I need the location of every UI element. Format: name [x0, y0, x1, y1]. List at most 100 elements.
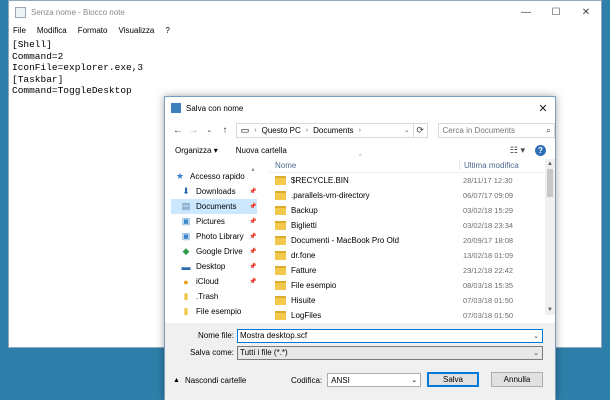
folder-icon [275, 311, 286, 320]
file-name: Documenti - MacBook Pro Old [291, 236, 400, 245]
new-folder-button[interactable]: Nuova cartella [236, 146, 287, 155]
picture-icon: ▣ [181, 216, 191, 226]
search-input[interactable]: Cerca in Documents ⌕ [437, 122, 555, 138]
file-row[interactable]: Backup 03/02/18 15:29 [269, 203, 545, 218]
cancel-button[interactable]: Annulla [491, 372, 543, 387]
encoding-select[interactable]: ANSI ⌄ [327, 373, 422, 387]
file-date: 20/09/17 18:08 [463, 236, 514, 245]
back-arrow-icon[interactable]: ← [171, 122, 185, 138]
search-icon: ⌕ [545, 124, 551, 135]
drive-icon: ◆ [182, 246, 190, 256]
chevron-down-icon[interactable]: ⌄ [404, 126, 410, 134]
view-options-icon[interactable]: ☷ ▾ [510, 145, 525, 156]
notepad-app-icon [15, 6, 26, 18]
filename-input[interactable]: Mostra desktop.scf ⌄ [237, 328, 543, 343]
file-list-scrollbar[interactable]: ▲ ▼ [545, 159, 555, 315]
file-date: 07/03/18 01:50 [463, 296, 514, 305]
address-bar[interactable]: ▭ › Questo PC › Documents › ⌄ [235, 122, 414, 138]
file-name: dr.fone [291, 251, 316, 260]
file-name: LogFiles [291, 311, 322, 320]
savetype-value: Tutti i file (*.*) [240, 348, 288, 357]
encoding-label: Codifica: [291, 375, 323, 385]
cloud-icon: ● [183, 276, 189, 287]
pc-icon: ▭ [240, 124, 250, 135]
document-icon: ▤ [181, 201, 191, 211]
dialog-close-button[interactable]: ✕ [531, 97, 555, 119]
folder-icon: ▮ [183, 291, 189, 301]
file-date: 13/02/18 01:09 [463, 251, 514, 260]
nav-item-pictures[interactable]: ▣ Pictures 📌 [171, 214, 257, 229]
chevron-down-icon[interactable]: ⌄ [533, 332, 539, 340]
menu-modifica[interactable]: Modifica [37, 26, 67, 35]
chevron-right-icon[interactable]: › [306, 127, 308, 134]
dialog-app-icon [171, 103, 181, 113]
folder-icon [275, 281, 286, 290]
breadcrumb-questo-pc[interactable]: Questo PC [262, 126, 301, 135]
file-row[interactable]: Documenti - MacBook Pro Old 20/09/17 18:… [269, 233, 545, 248]
save-button[interactable]: Salva [427, 372, 479, 387]
nav-item-desktop[interactable]: ▬ Desktop 📌 [171, 259, 257, 274]
file-row[interactable]: .parallels-vm-directory 06/07/17 09:09 [269, 188, 545, 203]
menu-formato[interactable]: Formato [78, 26, 108, 35]
download-icon: ⬇ [182, 186, 190, 196]
file-row[interactable]: File esempio 08/03/18 15:35 [269, 278, 545, 293]
nav-item-documents[interactable]: ▤ Documents 📌 [171, 199, 257, 214]
savetype-label: Salva come: [189, 348, 234, 357]
search-placeholder: Cerca in Documents [442, 125, 516, 135]
nav-item-trash[interactable]: ▮ .Trash [171, 289, 257, 304]
savetype-select[interactable]: Tutti i file (*.*) ⌄ [237, 345, 543, 360]
photo-icon: ▣ [181, 231, 191, 241]
scroll-up-arrow-icon[interactable]: ▲ [249, 167, 257, 173]
folder-icon [275, 176, 286, 185]
menu-file[interactable]: File [13, 26, 26, 35]
nav-item-file-esempio[interactable]: ▮ File esempio [171, 304, 257, 319]
file-name: Biglietti [291, 221, 317, 230]
file-row[interactable]: Fatture 23/12/18 22:42 [269, 263, 545, 278]
navigation-scrollbar[interactable]: ▲ [249, 167, 257, 315]
scroll-up-arrow-icon[interactable]: ▲ [545, 159, 555, 169]
refresh-icon[interactable]: ⟳ [413, 122, 428, 138]
recent-dropdown-icon[interactable]: ⌄ [202, 122, 216, 138]
savetype-row: Salva come: Tutti i file (*.*) ⌄ [165, 345, 543, 360]
chevron-down-icon[interactable]: ⌄ [533, 349, 539, 357]
nav-item-google-drive[interactable]: ◆ Google Drive 📌 [171, 244, 257, 259]
folder-icon [275, 191, 286, 200]
minimize-button[interactable]: — [511, 1, 541, 23]
notepad-titlebar[interactable]: Senza nome - Blocco note — ☐ ✕ [9, 1, 601, 23]
nav-item-accesso-rapido[interactable]: ★ Accesso rapido [171, 169, 257, 184]
up-arrow-icon[interactable]: ↑ [218, 122, 232, 138]
notepad-close-button[interactable]: ✕ [571, 1, 601, 23]
hide-folders-toggle[interactable]: ▲ Nascondi cartelle [173, 373, 246, 387]
help-icon[interactable]: ? [535, 144, 546, 156]
file-row[interactable]: dr.fone 13/02/18 01:09 [269, 248, 545, 263]
file-name: Backup [291, 206, 318, 215]
file-row[interactable]: LogFiles 07/03/18 01:50 [269, 308, 545, 323]
organize-button[interactable]: Organizza ▾ [175, 146, 218, 155]
menu-visualizza[interactable]: Visualizza [118, 26, 154, 35]
dialog-footer: Nome file: Mostra desktop.scf ⌄ Salva co… [165, 323, 555, 400]
desktop-icon: ▬ [181, 261, 191, 272]
nav-item-photo-library[interactable]: ▣ Photo Library 📌 [171, 229, 257, 244]
chevron-right-icon[interactable]: › [359, 127, 361, 134]
scrollbar-thumb[interactable] [547, 169, 553, 197]
navigation-pane: ★ Accesso rapido ⬇ Downloads 📌 ▤ Documen… [171, 169, 257, 316]
file-date: 06/07/17 09:09 [463, 191, 514, 200]
dialog-titlebar[interactable]: Salva con nome ✕ [165, 97, 555, 119]
column-header-date[interactable]: Ultima modifica [459, 161, 545, 170]
file-name: Fatture [291, 266, 317, 275]
notepad-text-area[interactable]: [Shell] Command=2 IconFile=explorer.exe,… [12, 39, 143, 97]
file-date: 23/12/18 22:42 [463, 266, 514, 275]
breadcrumb-documents[interactable]: Documents [313, 126, 353, 135]
chevron-right-icon[interactable]: › [254, 127, 256, 134]
file-row[interactable]: $RECYCLE.BIN 28/11/17 12:30 [269, 173, 545, 188]
nav-item-icloud[interactable]: ● iCloud 📌 [171, 274, 257, 289]
file-row[interactable]: Hisuite 07/03/18 01:50 [269, 293, 545, 308]
maximize-button[interactable]: ☐ [541, 1, 571, 23]
scroll-down-arrow-icon[interactable]: ▼ [545, 305, 555, 315]
menu-help[interactable]: ? [165, 26, 169, 35]
forward-arrow-icon[interactable]: → [187, 122, 201, 138]
nav-item-downloads[interactable]: ⬇ Downloads 📌 [171, 184, 257, 199]
address-bar-row: ← → ⌄ ↑ ▭ › Questo PC › Documents › ⌄ ⟳ … [165, 119, 555, 141]
column-header-name[interactable]: Nome [275, 161, 459, 170]
file-row[interactable]: Biglietti 03/02/18 23:34 [269, 218, 545, 233]
